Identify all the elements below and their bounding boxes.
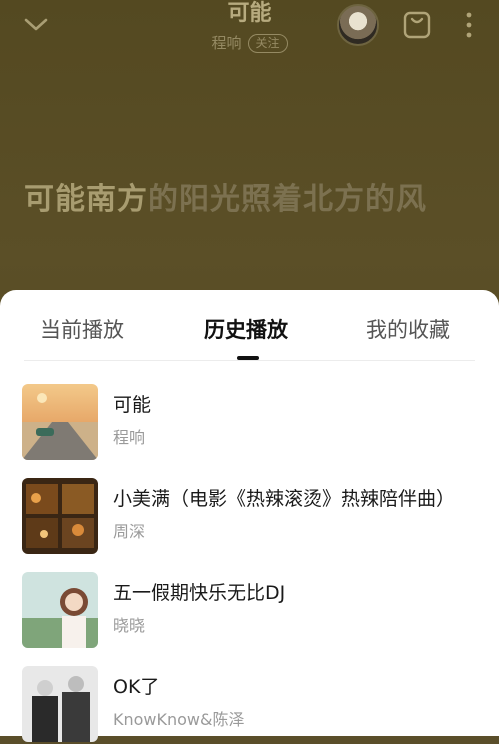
track-artist: 周深 <box>113 522 146 541</box>
track-artist: 晓晓 <box>113 616 146 635</box>
track-row[interactable]: 小美满（电影《热辣滚烫》热辣陪伴曲） 周深 <box>0 478 499 556</box>
lyric-line: 可能南方的阳光照着北方的风 <box>24 180 484 220</box>
tab-now-playing[interactable]: 当前播放 <box>40 316 124 344</box>
avatar[interactable] <box>337 4 379 46</box>
lyric-highlight: 可能南方 <box>24 182 148 217</box>
track-artist: KnowKnow&陈泽 <box>113 710 245 729</box>
top-bar: 可能 程响 关注 <box>0 0 499 56</box>
track-row[interactable]: OK了 KnowKnow&陈泽 <box>0 666 499 744</box>
track-row[interactable]: 可能 程响 <box>0 384 499 462</box>
track-row[interactable]: 五一假期快乐无比DJ 晓晓 <box>0 572 499 650</box>
more-vertical-icon[interactable] <box>462 10 476 40</box>
tab-bar: 当前播放 历史播放 我的收藏 <box>0 290 499 360</box>
album-cover <box>22 384 98 460</box>
album-cover <box>22 572 98 648</box>
track-title: 可能 <box>113 394 152 416</box>
divider <box>24 360 475 361</box>
artist-name[interactable]: 程响 <box>211 34 241 52</box>
tab-favorites[interactable]: 我的收藏 <box>366 316 450 344</box>
track-title: OK了 <box>113 676 160 698</box>
album-cover <box>22 478 98 554</box>
lyric-rest: 的阳光照着北方的风 <box>148 182 427 217</box>
album-cover <box>22 666 98 742</box>
follow-button[interactable]: 关注 <box>247 34 288 53</box>
tab-history[interactable]: 历史播放 <box>204 316 288 344</box>
track-title: 小美满（电影《热辣滚烫》热辣陪伴曲） <box>113 488 456 510</box>
track-artist: 程响 <box>113 428 146 447</box>
history-sheet: 当前播放 历史播放 我的收藏 可能 程响 小美满（电影《热辣滚烫》热辣陪伴曲） … <box>0 290 499 742</box>
track-title: 五一假期快乐无比DJ <box>113 582 286 604</box>
playlist-icon[interactable] <box>402 10 432 40</box>
